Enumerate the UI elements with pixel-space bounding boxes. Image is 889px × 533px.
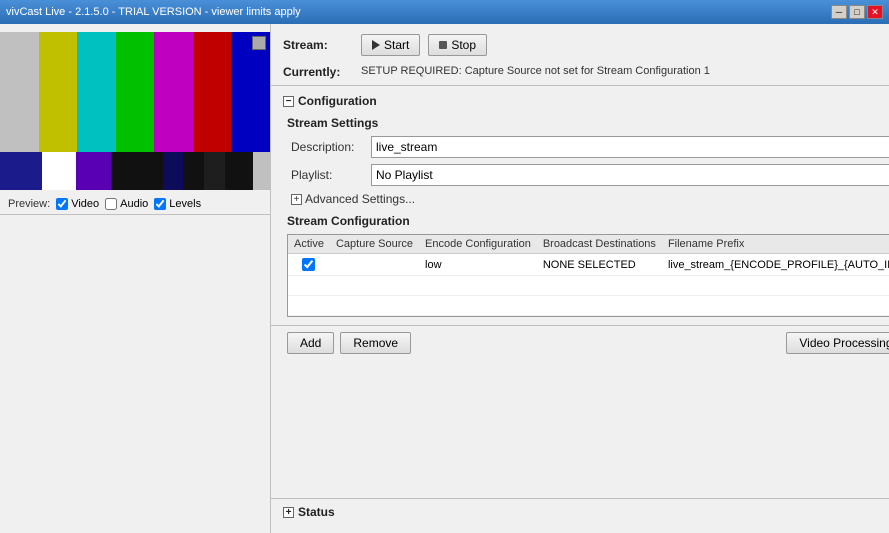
play-triangle [372, 40, 380, 50]
color-bar-magenta [154, 32, 193, 152]
stream-controls: Stream: Start Stop Currently: SETUP REQU… [271, 24, 889, 86]
window-title: vivCast Live - 2.1.5.0 - TRIAL VERSION -… [6, 6, 301, 18]
config-table: Active Capture Source Encode Configurati… [288, 235, 889, 316]
color-bars [0, 32, 270, 152]
config-table-header-row: Active Capture Source Encode Configurati… [288, 235, 889, 254]
stream-config-title: Stream Configuration [287, 214, 889, 228]
preview-area [0, 32, 270, 190]
description-label: Description: [291, 140, 371, 154]
stop-label: Stop [451, 38, 476, 52]
color-bar-white [0, 32, 39, 152]
col-encode: Encode Configuration [419, 235, 537, 254]
config-table-head: Active Capture Source Encode Configurati… [288, 235, 889, 254]
levels-checkbox-item: Levels [154, 198, 201, 210]
main-window: Preview: Video Audio Levels Stream: [0, 24, 889, 533]
video-label: Video [71, 198, 99, 210]
bottom-bar-1 [0, 152, 42, 190]
preview-controls: Preview: Video Audio Levels [0, 194, 270, 215]
row-capture-cell [330, 254, 419, 276]
playlist-row: Playlist: ▾ … [291, 164, 889, 186]
audio-label: Audio [120, 198, 148, 210]
color-bar-blue [231, 32, 270, 152]
window-controls: ─ □ ✕ [831, 5, 883, 19]
col-filename: Filename Prefix [662, 235, 889, 254]
right-panel: Stream: Start Stop Currently: SETUP REQU… [271, 24, 889, 533]
row-broadcast-cell: NONE SELECTED [537, 254, 662, 276]
row-encode-cell: low [419, 254, 537, 276]
table-row[interactable]: low NONE SELECTED live_stream_{ENCODE_PR… [288, 254, 889, 276]
maximize-button[interactable]: □ [849, 5, 865, 19]
bottom-bar-corner [253, 152, 270, 190]
description-row: Description: Prompt: [291, 136, 889, 158]
stream-buttons-row: Stream: Start Stop [283, 34, 710, 56]
video-checkbox[interactable] [56, 198, 68, 210]
minimize-button[interactable]: ─ [831, 5, 847, 19]
add-button[interactable]: Add [287, 332, 334, 354]
bottom-bar-4 [111, 152, 163, 190]
row-active-checkbox[interactable] [302, 258, 315, 271]
preview-icon [252, 36, 266, 50]
stop-button[interactable]: Stop [428, 34, 487, 56]
col-active: Active [288, 235, 330, 254]
playlist-input-group: ▾ … [371, 164, 889, 186]
config-section: − Configuration Stream Settings Descript… [271, 86, 889, 498]
remove-button[interactable]: Remove [340, 332, 411, 354]
left-panel: Preview: Video Audio Levels [0, 24, 271, 533]
stream-config-section: Stream Configuration Active Capture Sour… [283, 214, 889, 317]
bottom-bars [0, 152, 270, 190]
expand-status-icon[interactable]: + [283, 507, 294, 518]
preview-label: Preview: [8, 198, 50, 210]
advanced-link-text: Advanced Settings... [305, 192, 415, 206]
audio-checkbox-item: Audio [105, 198, 148, 210]
start-button[interactable]: Start [361, 34, 420, 56]
bottom-bar-controls: Add Remove Video Processing Options [271, 325, 889, 360]
title-bar: vivCast Live - 2.1.5.0 - TRIAL VERSION -… [0, 0, 889, 24]
close-button[interactable]: ✕ [867, 5, 883, 19]
playlist-input[interactable] [371, 164, 889, 186]
active-checkbox-cell [294, 258, 324, 271]
row-active-cell [288, 254, 330, 276]
bottom-bar-5 [163, 152, 184, 190]
bottom-bar-7 [204, 152, 225, 190]
config-table-body: low NONE SELECTED live_stream_{ENCODE_PR… [288, 254, 889, 316]
empty-row-2 [288, 296, 889, 316]
levels-label: Levels [169, 198, 201, 210]
col-capture: Capture Source [330, 235, 419, 254]
bottom-left-buttons: Add Remove [287, 332, 411, 354]
levels-checkbox[interactable] [154, 198, 166, 210]
video-checkbox-item: Video [56, 198, 99, 210]
playlist-label: Playlist: [291, 168, 371, 182]
config-table-wrapper: Active Capture Source Encode Configurati… [287, 234, 889, 317]
currently-row: Currently: SETUP REQUIRED: Capture Sourc… [283, 64, 710, 79]
configuration-header: − Configuration [283, 94, 889, 108]
color-bar-green [116, 32, 155, 152]
collapse-config-icon[interactable]: − [283, 96, 294, 107]
status-section: + Status [271, 498, 889, 533]
bottom-bar-8 [225, 152, 253, 190]
col-broadcast: Broadcast Destinations [537, 235, 662, 254]
stream-label: Stream: [283, 38, 353, 52]
advanced-settings-link[interactable]: + Advanced Settings... [291, 192, 889, 206]
description-input[interactable] [371, 136, 889, 158]
color-bar-yellow [39, 32, 78, 152]
bottom-bar-3 [76, 152, 111, 190]
currently-text: SETUP REQUIRED: Capture Source not set f… [361, 64, 710, 79]
currently-label: Currently: [283, 65, 353, 79]
plus-icon[interactable]: + [291, 194, 302, 205]
color-bar-red [193, 32, 232, 152]
bottom-bar-2 [42, 152, 77, 190]
empty-row-1 [288, 276, 889, 296]
stream-info-rows: Stream: Start Stop Currently: SETUP REQU… [283, 34, 710, 79]
configuration-title: Configuration [298, 94, 377, 108]
stream-settings-title: Stream Settings [287, 116, 889, 130]
start-label: Start [384, 38, 409, 52]
stop-square [439, 41, 447, 49]
color-bar-cyan [77, 32, 116, 152]
video-processing-button[interactable]: Video Processing Options [786, 332, 889, 354]
audio-checkbox[interactable] [105, 198, 117, 210]
row-filename-cell: live_stream_{ENCODE_PROFILE}_{AUTO_INCRE… [662, 254, 889, 276]
status-title: Status [298, 505, 335, 519]
status-header: + Status [283, 505, 889, 519]
bottom-bar-6 [183, 152, 204, 190]
